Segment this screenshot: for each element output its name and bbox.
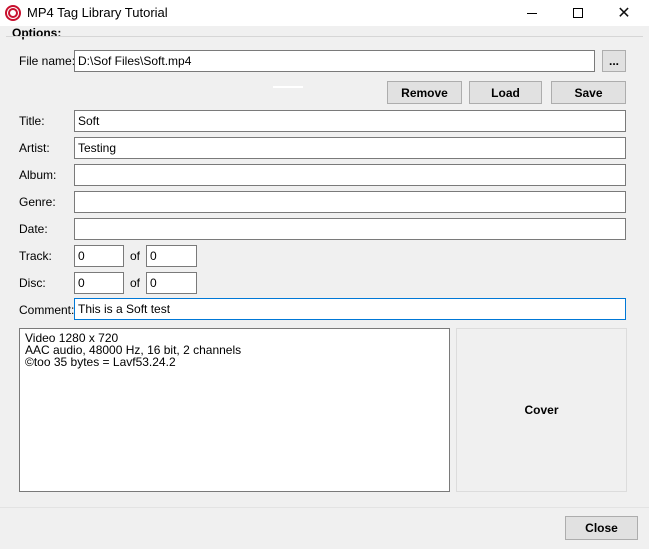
track-label: Track: xyxy=(19,249,52,263)
comment-label: Comment: xyxy=(19,303,75,317)
file-name-field[interactable]: D:\Sof Files\Soft.mp4 xyxy=(74,50,595,72)
close-window-button[interactable]: ✕ xyxy=(601,0,647,26)
cover-art-panel[interactable]: Cover xyxy=(456,328,627,492)
maximize-button[interactable] xyxy=(555,0,601,26)
close-icon: ✕ xyxy=(617,3,631,22)
date-label: Date: xyxy=(19,222,48,236)
progress-indicator xyxy=(273,86,303,88)
footer-divider xyxy=(0,507,649,508)
app-icon xyxy=(5,5,21,21)
disc-total-field[interactable]: 0 xyxy=(146,272,197,294)
disc-field[interactable]: 0 xyxy=(74,272,124,294)
remove-button[interactable]: Remove xyxy=(387,81,462,104)
options-group-divider xyxy=(6,36,643,37)
save-button[interactable]: Save xyxy=(551,81,626,104)
title-bar: MP4 Tag Library Tutorial ✕ xyxy=(0,0,649,26)
artist-label: Artist: xyxy=(19,141,50,155)
artist-field[interactable]: Testing xyxy=(74,137,626,159)
date-field[interactable] xyxy=(74,218,626,240)
comment-field[interactable]: This is a Soft test xyxy=(74,298,626,320)
browse-button[interactable]: ... xyxy=(602,50,626,72)
genre-field[interactable] xyxy=(74,191,626,213)
close-button[interactable]: Close xyxy=(565,516,638,540)
options-group-label: Options: xyxy=(12,26,62,40)
track-total-field[interactable]: 0 xyxy=(146,245,197,267)
track-of-label: of xyxy=(130,249,141,263)
minimize-button[interactable] xyxy=(509,0,555,26)
maximize-icon xyxy=(573,8,583,18)
disc-of-label: of xyxy=(130,276,141,290)
cover-label: Cover xyxy=(524,403,559,417)
minimize-icon xyxy=(527,12,537,14)
media-info-box[interactable]: Video 1280 x 720 AAC audio, 48000 Hz, 16… xyxy=(19,328,450,492)
disc-label: Disc: xyxy=(19,276,46,290)
file-name-label: File name: xyxy=(19,54,76,68)
album-field[interactable] xyxy=(74,164,626,186)
load-button[interactable]: Load xyxy=(469,81,542,104)
title-label: Title: xyxy=(19,114,45,128)
title-field[interactable]: Soft xyxy=(74,110,626,132)
genre-label: Genre: xyxy=(19,195,56,209)
media-info-line: ©too 35 bytes = Lavf53.24.2 xyxy=(25,355,176,369)
window-title: MP4 Tag Library Tutorial xyxy=(27,5,168,20)
track-field[interactable]: 0 xyxy=(74,245,124,267)
album-label: Album: xyxy=(19,168,57,182)
